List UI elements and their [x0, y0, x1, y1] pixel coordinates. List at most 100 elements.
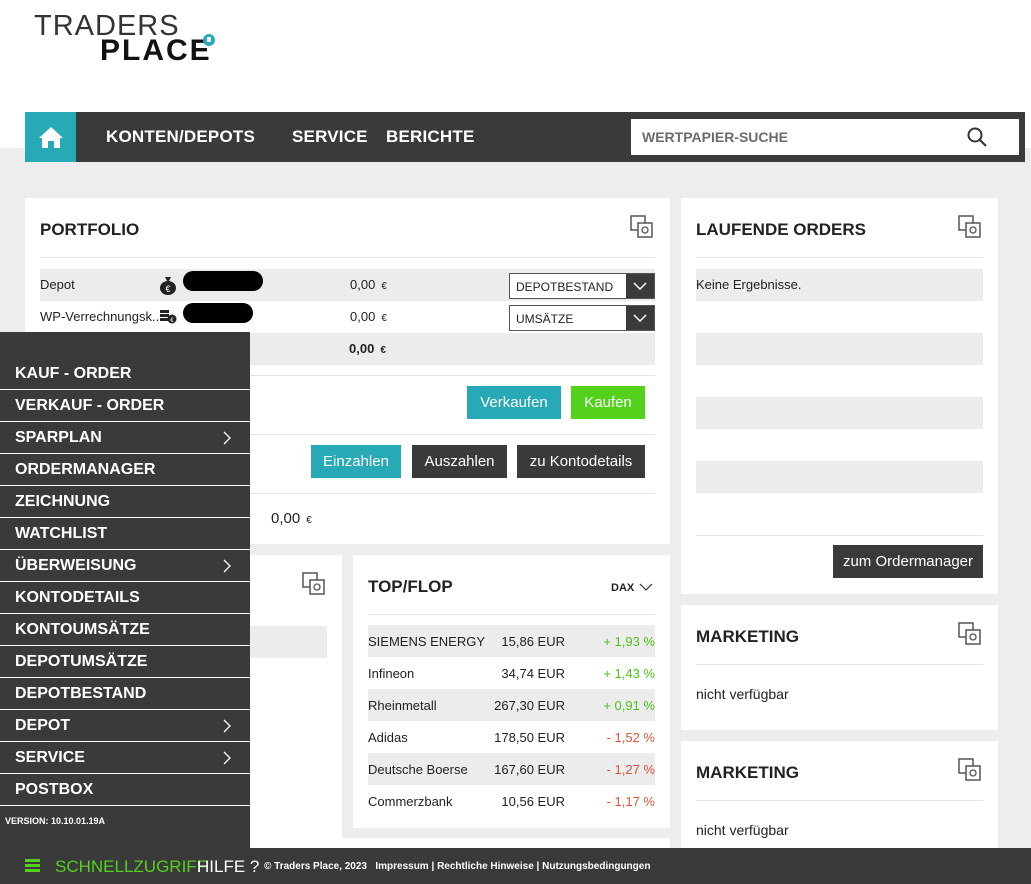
list-item: [696, 461, 983, 493]
impressum-link[interactable]: Impressum: [375, 861, 428, 872]
redacted-account-number: [183, 303, 253, 323]
menu-ueberweisung[interactable]: ÜBERWEISUNG: [0, 550, 250, 582]
stock-change: - 1,27 %: [606, 762, 655, 777]
menu-service[interactable]: SERVICE: [0, 742, 250, 774]
help-button[interactable]: HILFE ?: [197, 857, 259, 877]
menu-kontoumsaetze[interactable]: KONTOUMSÄTZE: [0, 614, 250, 646]
terms-link[interactable]: Nutzungsbedingungen: [542, 861, 650, 872]
main-navbar: KONTEN/DEPOTS SERVICE BERICHTE: [25, 112, 1025, 162]
balance-value: 0,00 €: [271, 510, 312, 527]
divider: [368, 614, 655, 615]
menu-label: KONTODETAILS: [15, 589, 140, 606]
expand-icon[interactable]: [630, 215, 654, 239]
redacted-account-number: [183, 271, 263, 291]
marketing-title: MARKETING: [696, 763, 799, 782]
expand-icon[interactable]: [958, 758, 982, 782]
menu-kontodetails[interactable]: KONTODETAILS: [0, 582, 250, 614]
menu-ordermanager[interactable]: ORDERMANAGER: [0, 454, 250, 486]
divider: [696, 535, 983, 536]
menu-label: KONTOUMSÄTZE: [15, 621, 150, 638]
buy-button[interactable]: Kaufen: [571, 386, 645, 419]
stock-price: 10,56 EUR: [501, 794, 565, 809]
stock-name: Infineon: [368, 666, 415, 681]
logo-line2: PLACE: [100, 34, 212, 67]
menu-depotbestand[interactable]: DEPOTBESTAND: [0, 678, 250, 710]
depot-select-value: DEPOTBESTAND: [516, 280, 614, 294]
chevron-right-icon: [223, 751, 231, 765]
search-icon[interactable]: [967, 127, 987, 147]
index-label: DAX: [611, 582, 635, 594]
security-search-input[interactable]: [631, 119, 951, 155]
version-label: VERSION: 10.10.01.19A: [5, 816, 106, 826]
expand-icon[interactable]: [302, 572, 326, 596]
quick-access-button[interactable]: SCHNELLZUGRIFF: [55, 857, 207, 877]
sell-button[interactable]: Verkaufen: [467, 386, 561, 419]
list-item: [696, 397, 983, 429]
wp-account-label[interactable]: WP-Verrechnungsk...: [40, 309, 163, 324]
table-row[interactable]: Adidas 178,50 EUR - 1,52 %: [368, 721, 655, 753]
table-row[interactable]: SIEMENS ENERGY 15,86 EUR + 1,93 %: [368, 625, 655, 657]
chevron-down-icon: [639, 583, 653, 591]
stock-change: + 1,93 %: [603, 634, 655, 649]
menu-label: ÜBERWEISUNG: [15, 557, 137, 574]
nav-berichte[interactable]: BERICHTE: [386, 112, 475, 162]
table-row[interactable]: Deutsche Boerse 167,60 EUR - 1,27 %: [368, 753, 655, 785]
account-action-select[interactable]: UMSÄTZE: [509, 305, 655, 331]
svg-text:€: €: [165, 284, 170, 294]
menu-kauf-order[interactable]: KAUF - ORDER: [0, 358, 250, 390]
table-row[interactable]: Rheinmetall 267,30 EUR + 0,91 %: [368, 689, 655, 721]
empty-message: Keine Ergebnisse.: [696, 277, 802, 292]
menu-postbox[interactable]: POSTBOX: [0, 774, 250, 806]
footer-bar: SCHNELLZUGRIFF HILFE ? © Traders Place, …: [0, 848, 1031, 884]
marketing-card: MARKETING nicht verfügbar: [681, 741, 998, 848]
stock-price: 167,60 EUR: [494, 762, 565, 777]
menu-watchlist[interactable]: WATCHLIST: [0, 518, 250, 550]
menu-depot[interactable]: DEPOT: [0, 710, 250, 742]
stock-change: + 0,91 %: [603, 698, 655, 713]
wp-account-value: 0,00 €: [350, 309, 387, 324]
menu-label: SPARPLAN: [15, 429, 102, 446]
menu-zeichnung[interactable]: ZEICHNUNG: [0, 486, 250, 518]
menu-hamburger-icon[interactable]: [25, 859, 40, 873]
divider: [696, 800, 983, 801]
search-box: [631, 119, 1019, 155]
divider: [40, 257, 655, 258]
menu-label: POSTBOX: [15, 781, 94, 798]
expand-icon[interactable]: [958, 215, 982, 239]
menu-sparplan[interactable]: SPARPLAN: [0, 422, 250, 454]
nav-service[interactable]: SERVICE: [292, 112, 368, 162]
total-value: 0,00 €: [349, 341, 386, 356]
table-row[interactable]: Commerzbank 10,56 EUR - 1,17 %: [368, 785, 655, 817]
portfolio-title: PORTFOLIO: [40, 220, 140, 239]
menu-label: WATCHLIST: [15, 525, 108, 542]
index-select[interactable]: DAX: [611, 582, 653, 594]
stock-price: 15,86 EUR: [501, 634, 565, 649]
menu-label: ZEICHNUNG: [15, 493, 111, 510]
menu-label: SERVICE: [15, 749, 85, 766]
chevron-right-icon: [223, 559, 231, 573]
nav-konten-depots[interactable]: KONTEN/DEPOTS: [106, 112, 255, 162]
menu-label: DEPOT: [15, 717, 71, 734]
legal-notice-link[interactable]: Rechtliche Hinweise: [437, 861, 534, 872]
expand-icon[interactable]: [958, 622, 982, 646]
divider: [696, 257, 983, 258]
menu-depotumsaetze[interactable]: DEPOTUMSÄTZE: [0, 646, 250, 678]
ordermanager-button[interactable]: zum Ordermanager: [833, 545, 983, 578]
stock-change: + 1,43 %: [603, 666, 655, 681]
stock-change: - 1,17 %: [606, 794, 655, 809]
marketing-title: MARKETING: [696, 627, 799, 646]
table-row[interactable]: Infineon 34,74 EUR + 1,43 %: [368, 657, 655, 689]
marketing-text: nicht verfügbar: [696, 686, 789, 702]
traders-place-logo[interactable]: TRADERS PLACE: [34, 10, 234, 70]
depot-label[interactable]: Depot: [40, 277, 75, 292]
chevron-down-icon: [626, 274, 654, 298]
menu-verkauf-order[interactable]: VERKAUF - ORDER: [0, 390, 250, 422]
copyright-text: © Traders Place, 2023: [264, 861, 367, 872]
deposit-button[interactable]: Einzahlen: [311, 445, 401, 478]
depot-action-select[interactable]: DEPOTBESTAND: [509, 273, 655, 299]
chevron-down-icon: [626, 306, 654, 330]
withdraw-button[interactable]: Auszahlen: [412, 445, 507, 478]
menu-label: VERKAUF - ORDER: [15, 397, 165, 414]
home-button[interactable]: [25, 112, 76, 162]
account-details-button[interactable]: zu Kontodetails: [517, 445, 645, 478]
